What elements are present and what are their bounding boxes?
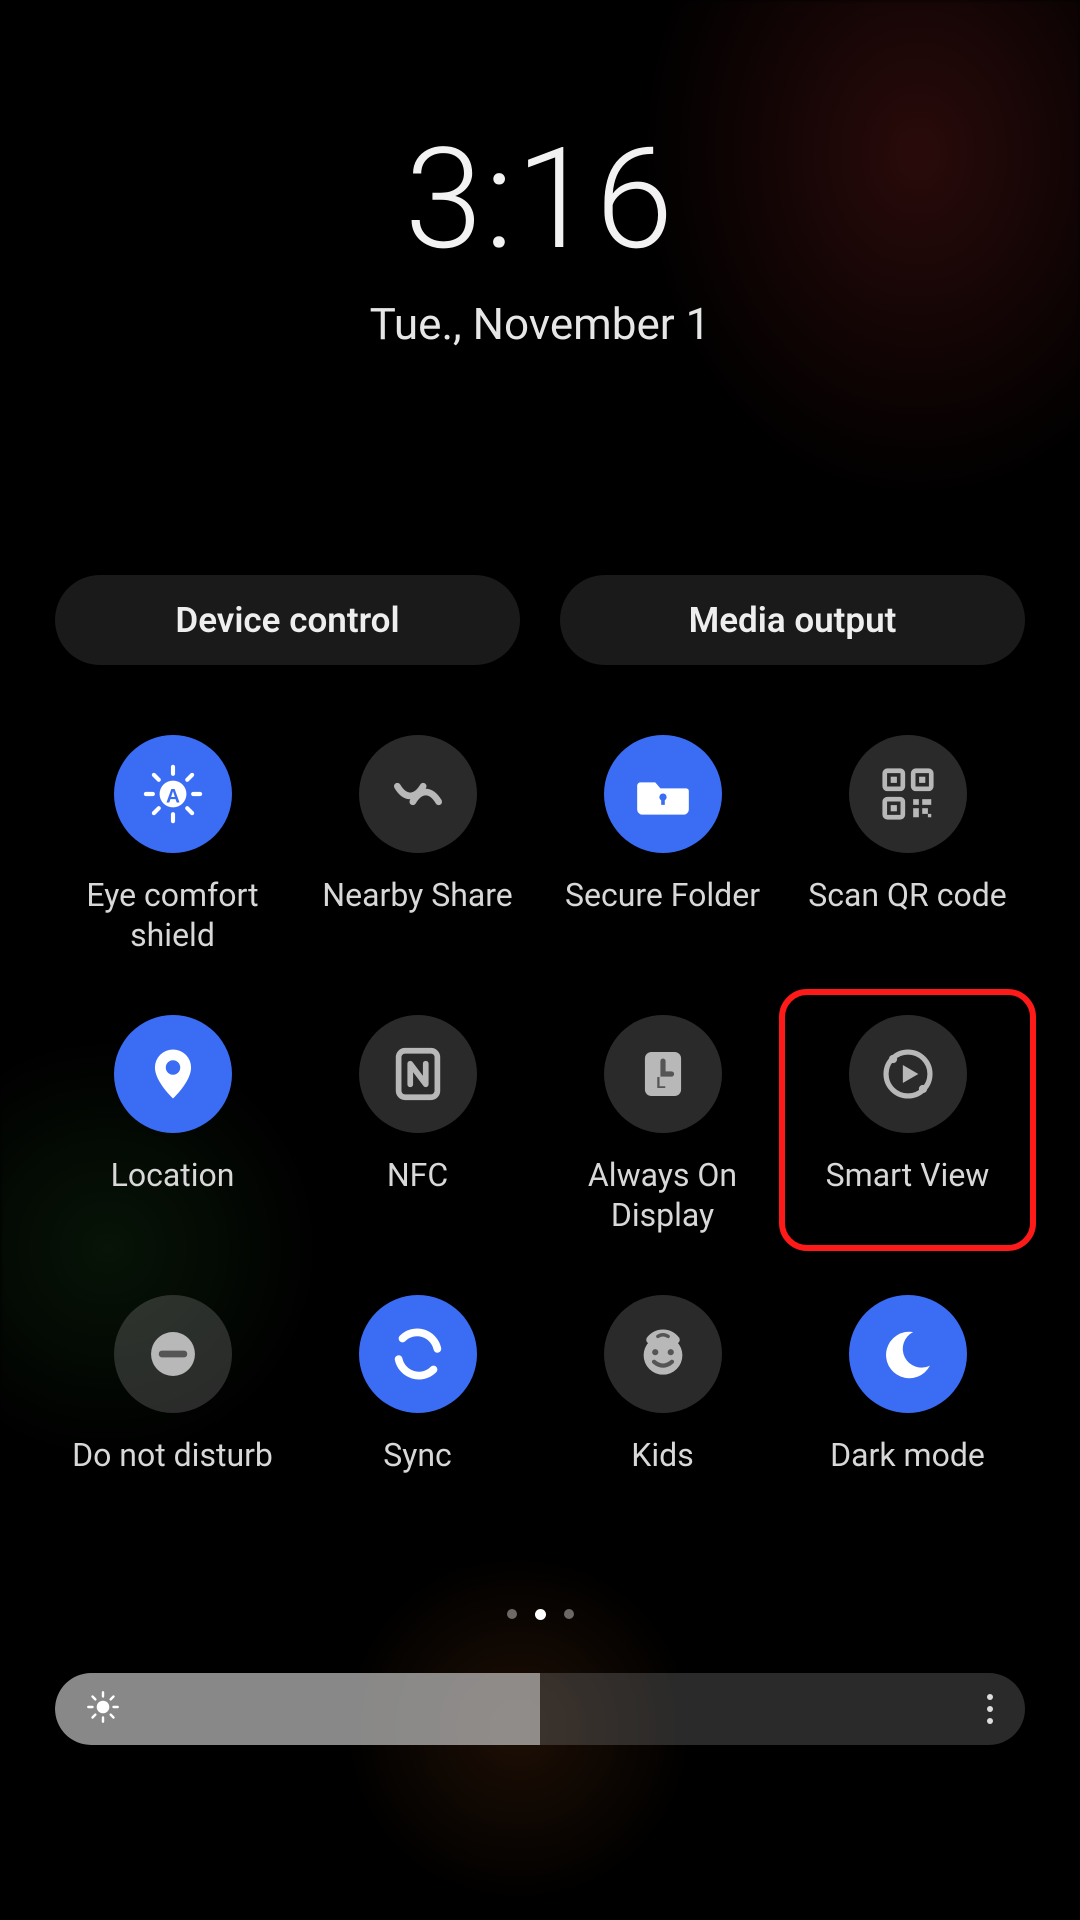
tile-smart-view[interactable]: Smart View — [785, 1015, 1030, 1235]
tile-label: Nearby Share — [322, 875, 512, 915]
brightness-fill — [55, 1673, 540, 1745]
brightness-sun-icon — [85, 1689, 121, 1729]
nearby-share-icon[interactable] — [359, 735, 477, 853]
page-dot[interactable] — [535, 1609, 546, 1620]
quick-tiles-grid: Eye comfort shield Nearby Share Secure Fol… — [0, 735, 1080, 1475]
tile-nfc[interactable]: NFC — [295, 1015, 540, 1235]
tile-label: Sync — [383, 1435, 452, 1475]
device-control-button[interactable]: Device control — [55, 575, 520, 665]
tile-secure-folder[interactable]: Secure Folder — [540, 735, 785, 955]
tile-label: Smart View — [826, 1155, 990, 1195]
qr-code-icon[interactable] — [849, 735, 967, 853]
nfc-icon[interactable] — [359, 1015, 477, 1133]
tile-label: NFC — [387, 1155, 448, 1195]
moon-icon[interactable] — [849, 1295, 967, 1413]
eye-comfort-icon[interactable] — [114, 735, 232, 853]
tile-label: Do not disturb — [72, 1435, 273, 1475]
tile-label: Always On Display — [553, 1155, 773, 1235]
tile-do-not-disturb[interactable]: Do not disturb — [50, 1295, 295, 1475]
pagination-dots[interactable] — [0, 1609, 1080, 1620]
smart-view-icon[interactable] — [849, 1015, 967, 1133]
tile-sync[interactable]: Sync — [295, 1295, 540, 1475]
tile-dark-mode[interactable]: Dark mode — [785, 1295, 1030, 1475]
tile-eye-comfort-shield[interactable]: Eye comfort shield — [50, 735, 295, 955]
tile-label: Dark mode — [830, 1435, 985, 1475]
control-pill-row: Device control Media output — [0, 575, 1080, 665]
tile-always-on-display[interactable]: Always On Display — [540, 1015, 785, 1235]
tile-kids[interactable]: Kids — [540, 1295, 785, 1475]
secure-folder-icon[interactable] — [604, 735, 722, 853]
brightness-slider[interactable] — [55, 1673, 1025, 1745]
tile-label: Scan QR code — [808, 875, 1006, 915]
location-icon[interactable] — [114, 1015, 232, 1133]
clock-date: Tue., November 1 — [0, 298, 1080, 350]
tile-nearby-share[interactable]: Nearby Share — [295, 735, 540, 955]
media-output-button[interactable]: Media output — [560, 575, 1025, 665]
quick-settings-panel: 3:16 Tue., November 1 Device control Med… — [0, 0, 1080, 1920]
tile-scan-qr-code[interactable]: Scan QR code — [785, 735, 1030, 955]
tile-location[interactable]: Location — [50, 1015, 295, 1235]
brightness-more-button[interactable] — [985, 1673, 995, 1745]
tile-label: Location — [111, 1155, 235, 1195]
tile-label: Kids — [631, 1435, 693, 1475]
clock-area: 3:16 Tue., November 1 — [0, 0, 1080, 350]
page-dot[interactable] — [564, 1609, 574, 1619]
sync-icon[interactable] — [359, 1295, 477, 1413]
media-output-label: Media output — [689, 600, 897, 641]
dnd-icon[interactable] — [114, 1295, 232, 1413]
device-control-label: Device control — [175, 600, 399, 641]
tile-label: Secure Folder — [565, 875, 760, 915]
page-dot[interactable] — [507, 1609, 517, 1619]
kids-icon[interactable] — [604, 1295, 722, 1413]
clock-time: 3:16 — [0, 130, 1080, 270]
clock-square-icon[interactable] — [604, 1015, 722, 1133]
tile-label: Eye comfort shield — [63, 875, 283, 955]
